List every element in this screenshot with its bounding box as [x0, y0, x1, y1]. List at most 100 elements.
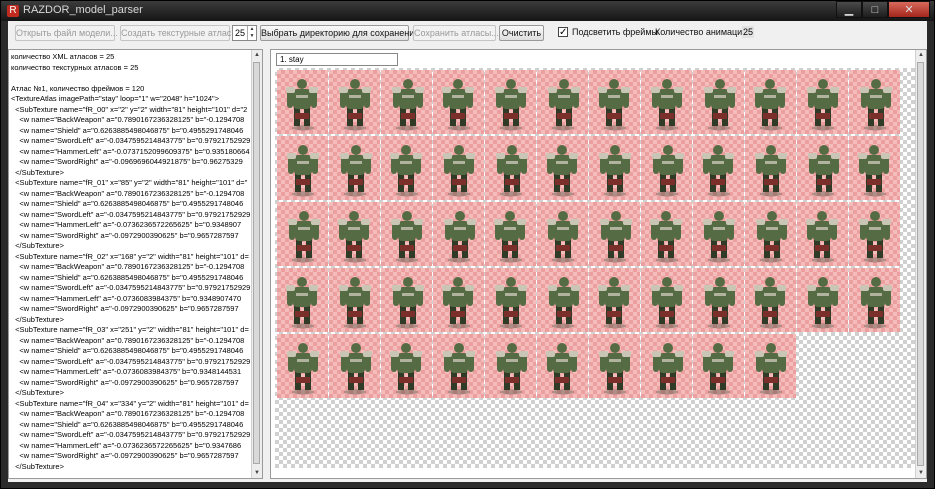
- preview-scrollbar[interactable]: ▲ ▼: [915, 50, 926, 478]
- atlas-frame: [277, 202, 328, 266]
- log-scroll-thumb[interactable]: [253, 62, 260, 464]
- atlas-frame: [693, 202, 744, 266]
- atlas-count-spinner[interactable]: 25 ▲ ▼: [232, 25, 257, 41]
- atlas-frame: [641, 268, 692, 332]
- atlas-frame: [433, 70, 484, 134]
- orc-warrior-sprite-icon: [285, 271, 321, 329]
- animation-count-label: Количество анимаций:: [655, 27, 750, 37]
- orc-warrior-sprite-icon: [545, 73, 581, 131]
- orc-warrior-sprite-icon: [649, 73, 685, 131]
- orc-warrior-sprite-icon: [701, 139, 737, 197]
- atlas-frame: [641, 334, 692, 398]
- atlas-frame: [745, 136, 796, 200]
- atlas-frame: [433, 136, 484, 200]
- atlas-frame: [537, 334, 588, 398]
- orc-warrior-sprite-icon: [649, 337, 685, 395]
- orc-warrior-sprite-icon: [805, 139, 841, 197]
- preview-scroll-thumb[interactable]: [917, 62, 924, 466]
- choose-directory-button[interactable]: Выбрать директорию для сохранения...: [260, 25, 427, 41]
- atlas-preview-panel: 1. stay ▲ ▼: [270, 49, 927, 479]
- log-text: количество XML атласов = 25 количество т…: [11, 52, 251, 471]
- orc-warrior-sprite-icon: [805, 205, 841, 263]
- minimize-button[interactable]: ▁: [836, 1, 862, 18]
- orc-warrior-sprite-icon: [597, 139, 633, 197]
- title-bar[interactable]: R RAZDOR_model_parser ▁ □ ✕: [1, 1, 934, 21]
- orc-warrior-sprite-icon: [337, 271, 373, 329]
- orc-warrior-sprite-icon: [285, 139, 321, 197]
- atlas-frame: [641, 202, 692, 266]
- highlight-frames-checkbox[interactable]: ✓: [558, 27, 568, 38]
- atlas-frame: [745, 334, 796, 398]
- window-controls: ▁ □ ✕: [836, 1, 930, 19]
- toolbar: Открыть файл модели... Создать текстурны…: [8, 21, 927, 45]
- atlas-frame: [797, 70, 848, 134]
- atlas-frame: [745, 202, 796, 266]
- animation-count-value: 25: [742, 26, 754, 38]
- atlas-frame: [537, 136, 588, 200]
- log-scrollbar[interactable]: ▲ ▼: [251, 50, 262, 478]
- orc-warrior-sprite-icon: [337, 139, 373, 197]
- orc-warrior-sprite-icon: [493, 337, 529, 395]
- orc-warrior-sprite-icon: [649, 205, 685, 263]
- save-atlases-button[interactable]: Сохранить атласы...: [413, 25, 499, 41]
- scroll-down-icon[interactable]: ▼: [917, 469, 925, 477]
- atlas-frame: [641, 136, 692, 200]
- orc-warrior-sprite-icon: [545, 337, 581, 395]
- atlas-frame: [381, 70, 432, 134]
- atlas-frame: [589, 268, 640, 332]
- orc-warrior-sprite-icon: [389, 73, 425, 131]
- scroll-down-icon[interactable]: ▼: [253, 469, 261, 477]
- atlas-frame: [381, 136, 432, 200]
- orc-warrior-sprite-icon: [857, 139, 893, 197]
- maximize-button[interactable]: □: [862, 1, 888, 18]
- atlas-frame: [693, 334, 744, 398]
- orc-warrior-sprite-icon: [597, 337, 633, 395]
- log-panel[interactable]: количество XML атласов = 25 количество т…: [8, 49, 263, 479]
- atlas-frame: [277, 334, 328, 398]
- orc-warrior-sprite-icon: [597, 73, 633, 131]
- atlas-frame: [537, 202, 588, 266]
- spinner-arrows-icon[interactable]: ▲ ▼: [247, 26, 256, 40]
- clear-button[interactable]: Очистить: [499, 25, 544, 41]
- orc-warrior-sprite-icon: [441, 337, 477, 395]
- create-atlases-button[interactable]: Создать текстурные атласы: [120, 25, 238, 41]
- atlas-frame: [849, 70, 900, 134]
- orc-warrior-sprite-icon: [753, 139, 789, 197]
- orc-warrior-sprite-icon: [493, 271, 529, 329]
- atlas-frame: [797, 202, 848, 266]
- scroll-up-icon[interactable]: ▲: [917, 51, 925, 59]
- orc-warrior-sprite-icon: [857, 205, 893, 263]
- atlas-frame: [745, 70, 796, 134]
- close-button[interactable]: ✕: [888, 1, 930, 18]
- atlas-frame: [589, 70, 640, 134]
- orc-warrior-sprite-icon: [545, 205, 581, 263]
- highlight-frames-label: Подсветить фреймы: [572, 27, 658, 37]
- atlas-frame: [433, 334, 484, 398]
- orc-warrior-sprite-icon: [493, 73, 529, 131]
- orc-warrior-sprite-icon: [389, 139, 425, 197]
- atlas-frame: [693, 136, 744, 200]
- app-icon: R: [7, 5, 19, 17]
- scroll-up-icon[interactable]: ▲: [253, 51, 261, 59]
- orc-warrior-sprite-icon: [805, 271, 841, 329]
- orc-warrior-sprite-icon: [597, 271, 633, 329]
- orc-warrior-sprite-icon: [701, 73, 737, 131]
- orc-warrior-sprite-icon: [545, 139, 581, 197]
- atlas-frame: [849, 268, 900, 332]
- atlas-frame: [433, 202, 484, 266]
- atlas-frame: [485, 70, 536, 134]
- orc-warrior-sprite-icon: [389, 337, 425, 395]
- orc-warrior-sprite-icon: [285, 205, 321, 263]
- orc-warrior-sprite-icon: [753, 205, 789, 263]
- open-model-button[interactable]: Открыть файл модели...: [15, 25, 118, 41]
- atlas-frame: [797, 136, 848, 200]
- atlas-frame: [485, 136, 536, 200]
- animation-select[interactable]: 1. stay: [276, 53, 398, 66]
- orc-warrior-sprite-icon: [701, 271, 737, 329]
- atlas-frame: [277, 268, 328, 332]
- atlas-frame: [433, 268, 484, 332]
- orc-warrior-sprite-icon: [753, 271, 789, 329]
- orc-warrior-sprite-icon: [857, 73, 893, 131]
- atlas-frame: [277, 136, 328, 200]
- atlas-frame: [849, 136, 900, 200]
